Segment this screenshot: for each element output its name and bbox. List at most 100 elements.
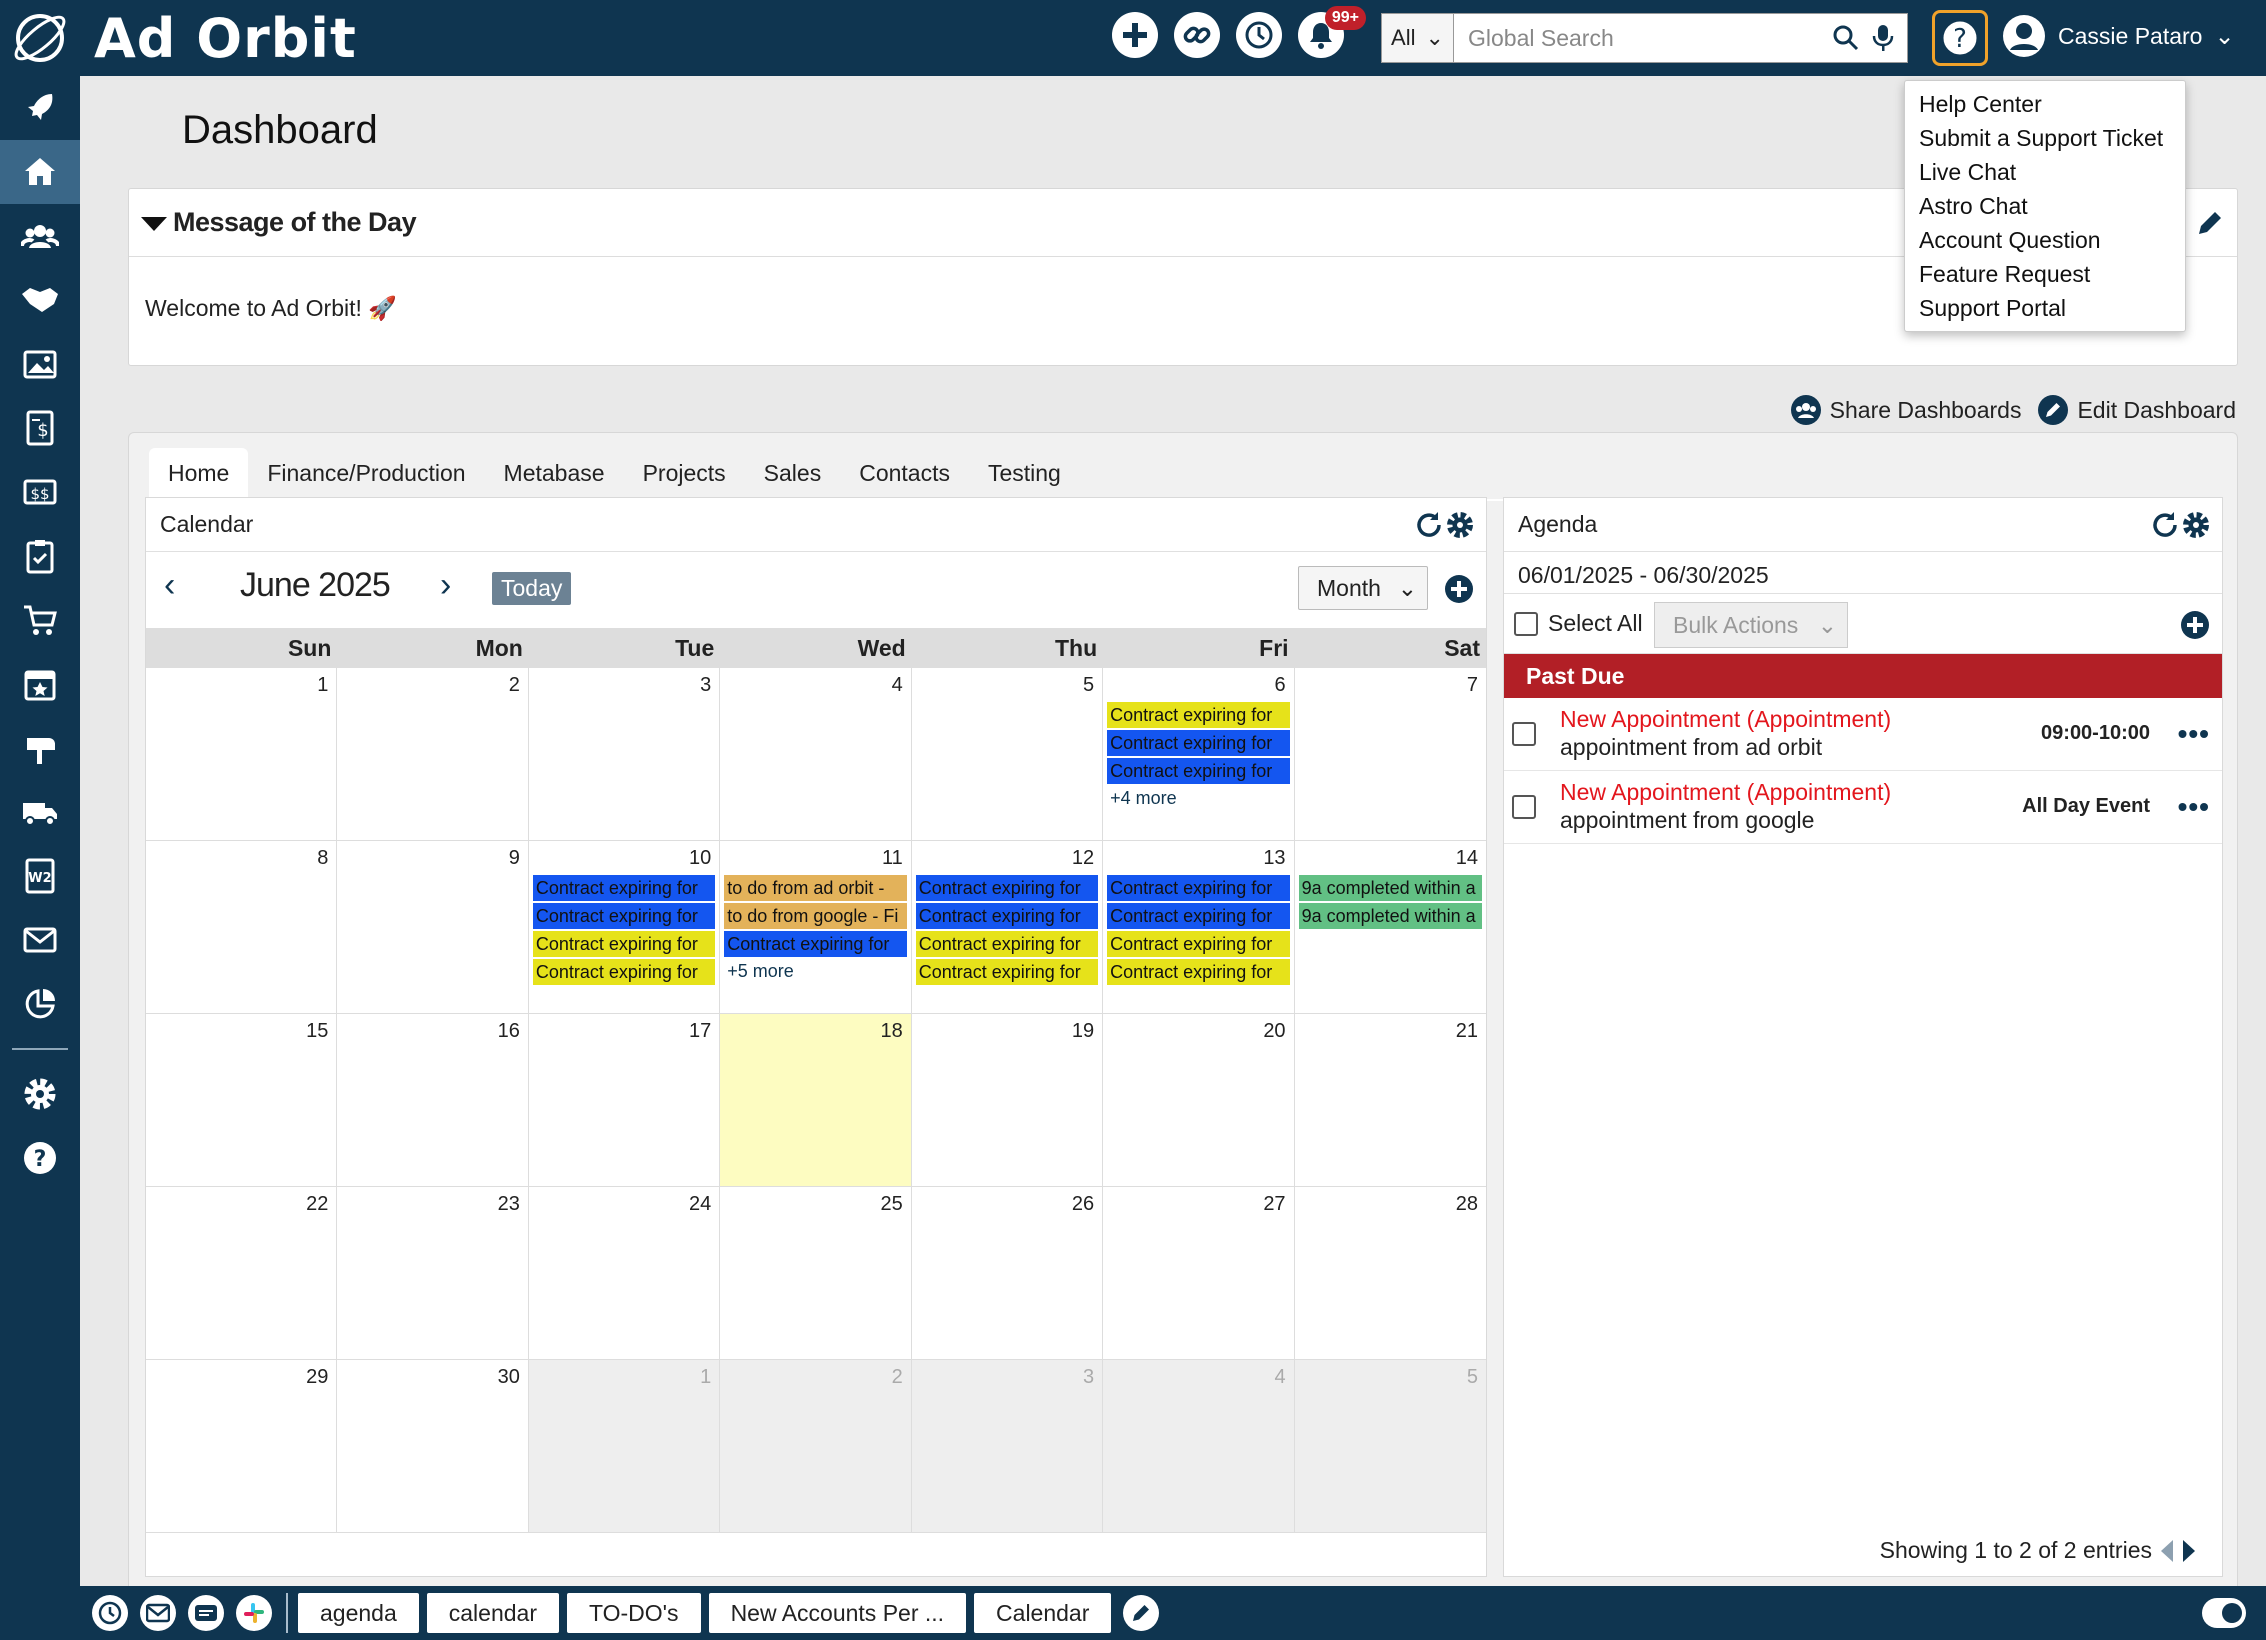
calendar-day[interactable]: 16 (337, 1014, 529, 1187)
agenda-item-title[interactable]: New Appointment (Appointment) (1560, 706, 1891, 733)
row-checkbox[interactable] (1512, 795, 1536, 819)
sidebar-item-home[interactable] (0, 140, 80, 204)
user-menu[interactable]: Cassie Pataro ⌄ (2002, 14, 2235, 58)
calendar-event[interactable]: to do from google - Fi (724, 903, 907, 929)
calendar-event[interactable]: Contract expiring for (1107, 931, 1290, 957)
calendar-day[interactable]: 29 (146, 1360, 338, 1533)
edit-pencil-icon[interactable] (1123, 1595, 1160, 1631)
sidebar-item-reports[interactable] (0, 972, 80, 1036)
tab-sales[interactable]: Sales (745, 448, 841, 499)
calendar-event[interactable]: Contract expiring for (915, 903, 1099, 929)
sidebar-item-launch[interactable] (0, 76, 80, 140)
calendar-event[interactable]: Contract expiring for (915, 931, 1099, 957)
menu-item-live-chat[interactable]: Live Chat (1905, 155, 2185, 189)
share-dashboards-button[interactable]: Share Dashboards (1790, 394, 2021, 426)
menu-item-feature-request[interactable]: Feature Request (1905, 257, 2185, 291)
help-button[interactable]: ? (1932, 10, 1988, 66)
calendar-event[interactable]: Contract expiring for (532, 875, 716, 901)
calendar-day[interactable]: 27 (1103, 1187, 1295, 1360)
sidebar-item-finance[interactable]: $$ (0, 460, 80, 524)
calendar-day[interactable]: 1 (528, 1360, 721, 1533)
calendar-event[interactable]: 9a completed within a (1298, 903, 1482, 929)
calendar-event[interactable]: Contract expiring for (1107, 730, 1290, 756)
calendar-day[interactable]: 1 (146, 668, 338, 841)
next-page-icon[interactable] (2182, 1539, 2196, 1563)
agenda-item-title[interactable]: New Appointment (Appointment) (1560, 779, 1891, 806)
calendar-event[interactable]: Contract expiring for (915, 875, 1099, 901)
bottom-tab-agenda[interactable]: agenda (298, 1593, 419, 1633)
bulk-actions-select[interactable]: Bulk Actions ⌄ (1654, 602, 1848, 648)
view-select[interactable]: Month ⌄ (1298, 566, 1428, 610)
sidebar-item-mailbox[interactable] (0, 716, 80, 780)
next-month-chevron-icon[interactable]: › (440, 566, 451, 605)
link-icon[interactable] (1174, 12, 1220, 58)
tab-contacts[interactable]: Contacts (840, 448, 969, 499)
sidebar-item-delivery[interactable] (0, 780, 80, 844)
calendar-day[interactable]: 6 Contract expiring for Contract expiring … (1103, 668, 1295, 841)
sidebar-item-tasks[interactable] (0, 524, 80, 588)
tab-testing[interactable]: Testing (969, 448, 1080, 499)
menu-item-support-portal[interactable]: Support Portal (1905, 291, 2185, 325)
bottom-tab-todos[interactable]: TO-DO's (566, 1593, 701, 1633)
calendar-day[interactable]: 25 (720, 1187, 912, 1360)
calendar-day[interactable]: 2 (337, 668, 529, 841)
calendar-event[interactable]: Contract expiring for (1107, 875, 1290, 901)
calendar-day[interactable]: 3 (911, 1360, 1104, 1533)
sidebar-item-orders[interactable] (0, 588, 80, 652)
calendar-day[interactable]: 13 Contract expiring for Contract expiring… (1103, 841, 1295, 1014)
calendar-day[interactable]: 9 (337, 841, 529, 1014)
settings-gear-icon[interactable] (2182, 511, 2210, 539)
add-icon[interactable] (1112, 12, 1158, 58)
sidebar-item-help[interactable]: ? (0, 1126, 80, 1190)
calendar-event[interactable]: Contract expiring for (532, 931, 716, 957)
search-scope-select[interactable]: All ⌄ (1382, 14, 1454, 62)
add-event-icon[interactable] (1444, 574, 1474, 604)
calendar-day[interactable]: 14 9a completed within a 9a completed with… (1294, 841, 1486, 1014)
calendar-day[interactable]: 12 Contract expiring for Contract expiring… (911, 841, 1104, 1014)
tab-projects[interactable]: Projects (624, 448, 745, 499)
sidebar-item-settings[interactable] (0, 1062, 80, 1126)
calendar-day[interactable]: 2 (720, 1360, 912, 1533)
sidebar-item-deals[interactable] (0, 268, 80, 332)
calendar-event[interactable]: 9a completed within a (1298, 875, 1482, 901)
calendar-event[interactable]: to do from ad orbit - (724, 875, 907, 901)
app-logo[interactable]: Ad Orbit (8, 6, 357, 70)
history-clock-icon[interactable] (92, 1595, 128, 1631)
toggle-switch[interactable] (2202, 1598, 2246, 1628)
prev-month-chevron-icon[interactable]: ‹ (164, 566, 175, 605)
menu-item-account-question[interactable]: Account Question (1905, 223, 2185, 257)
notifications-bell-icon[interactable]: 99+ (1298, 6, 1366, 58)
tab-home[interactable]: Home (149, 448, 249, 499)
calendar-event[interactable]: Contract expiring for (1107, 758, 1290, 784)
prev-page-icon[interactable] (2160, 1539, 2174, 1563)
row-checkbox[interactable] (1512, 722, 1536, 746)
calendar-event[interactable]: Contract expiring for (532, 903, 716, 929)
edit-pencil-icon[interactable] (2195, 208, 2225, 238)
calendar-day[interactable]: 15 (146, 1014, 338, 1187)
calendar-day[interactable]: 4 (720, 668, 912, 841)
calendar-day[interactable]: 11 to do from ad orbit - to do from google… (720, 841, 912, 1014)
calendar-day[interactable]: 7 (1294, 668, 1486, 841)
slack-icon[interactable] (236, 1595, 272, 1631)
calendar-day[interactable]: 22 (146, 1187, 338, 1360)
sidebar-item-email[interactable] (0, 908, 80, 972)
calendar-day[interactable]: 24 (528, 1187, 721, 1360)
edit-dashboard-button[interactable]: Edit Dashboard (2037, 394, 2236, 426)
calendar-day[interactable]: 26 (911, 1187, 1104, 1360)
add-agenda-item-icon[interactable] (2180, 610, 2210, 640)
sidebar-item-media[interactable] (0, 332, 80, 396)
bottom-tab-calendar[interactable]: calendar (426, 1593, 559, 1633)
calendar-day[interactable]: 30 (337, 1360, 529, 1533)
calendar-day-today[interactable]: 18 (720, 1014, 912, 1187)
calendar-day[interactable]: 4 (1103, 1360, 1295, 1533)
calendar-day[interactable]: 10 Contract expiring for Contract expiring… (528, 841, 721, 1014)
sidebar-item-tax-forms[interactable]: W2 (0, 844, 80, 908)
email-icon[interactable] (140, 1595, 176, 1631)
calendar-event[interactable]: Contract expiring for (1107, 903, 1290, 929)
tab-metabase[interactable]: Metabase (485, 448, 624, 499)
more-events-link[interactable]: +4 more (1105, 786, 1291, 810)
more-events-link[interactable]: +5 more (722, 959, 908, 983)
calendar-day[interactable]: 20 (1103, 1014, 1295, 1187)
more-options-icon[interactable]: ••• (2178, 791, 2210, 823)
today-button[interactable]: Today (492, 572, 572, 605)
